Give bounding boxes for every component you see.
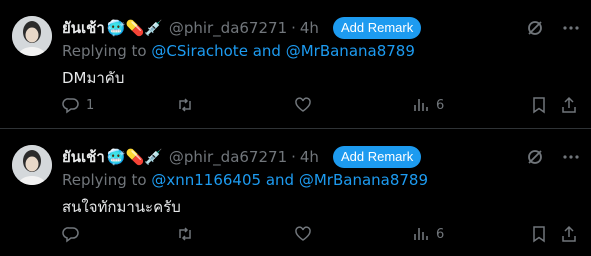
timestamp[interactable]: 4h	[300, 148, 319, 166]
user-handle[interactable]: @phir_da67271	[169, 148, 287, 166]
reply-button[interactable]	[62, 225, 86, 243]
retweet-button[interactable]	[176, 225, 200, 243]
more-icon[interactable]	[561, 147, 581, 167]
bookmark-button[interactable]	[530, 225, 548, 243]
views-button[interactable]: 6	[412, 96, 444, 114]
reply-icon	[62, 225, 80, 243]
tweet-text: สนใจทักมานะครับ	[62, 198, 181, 216]
and-text: and	[265, 171, 295, 189]
tweet-actions: 1 6	[62, 96, 581, 120]
mention-link[interactable]: @xnn1166405	[151, 171, 261, 189]
share-icon	[560, 96, 578, 114]
tweet-header: ยันเช้า 🥶💊💉 @phir_da67271 · 4h Add Remar…	[62, 145, 422, 169]
grok-icon[interactable]	[525, 147, 545, 167]
tweet-actions: 6	[62, 225, 581, 249]
separator-dot: ·	[291, 148, 296, 166]
replying-to: Replying to @xnn1166405 and @MrBanana878…	[62, 171, 428, 189]
tweet-top-actions	[525, 18, 581, 38]
mention-link[interactable]: @MrBanana8789	[286, 42, 415, 60]
views-button[interactable]: 6	[412, 225, 444, 243]
display-name[interactable]: ยันเช้า	[62, 145, 105, 169]
replying-prefix: Replying to	[62, 171, 147, 189]
reply-count: 1	[86, 97, 95, 113]
add-remark-button[interactable]: Add Remark	[332, 146, 422, 168]
separator-dot: ·	[291, 19, 296, 37]
timestamp[interactable]: 4h	[300, 19, 319, 37]
mention-link[interactable]: @MrBanana8789	[299, 171, 428, 189]
avatar[interactable]	[12, 16, 52, 56]
views-icon	[412, 225, 430, 243]
like-icon	[294, 225, 312, 243]
like-icon	[294, 96, 312, 114]
more-icon[interactable]	[561, 18, 581, 38]
share-icon	[560, 225, 578, 243]
replying-to: Replying to @CSirachote and @MrBanana878…	[62, 42, 415, 60]
name-emoji: 🥶💊💉	[106, 148, 163, 166]
bookmark-icon	[530, 225, 548, 243]
bookmark-button[interactable]	[530, 96, 548, 114]
bookmark-icon	[530, 96, 548, 114]
like-button[interactable]	[294, 225, 318, 243]
replying-prefix: Replying to	[62, 42, 147, 60]
mention-link[interactable]: @CSirachote	[151, 42, 248, 60]
views-count: 6	[436, 226, 445, 242]
views-count: 6	[436, 97, 445, 113]
add-remark-button[interactable]: Add Remark	[332, 17, 422, 39]
avatar[interactable]	[12, 145, 52, 185]
grok-icon[interactable]	[525, 18, 545, 38]
tweet-top-actions	[525, 147, 581, 167]
display-name[interactable]: ยันเช้า	[62, 16, 105, 40]
name-emoji: 🥶💊💉	[106, 19, 163, 37]
reply-button[interactable]: 1	[62, 96, 94, 114]
user-handle[interactable]: @phir_da67271	[169, 19, 287, 37]
and-text: and	[252, 42, 281, 60]
reply-icon	[62, 96, 80, 114]
views-icon	[412, 96, 430, 114]
share-button[interactable]	[560, 96, 578, 114]
tweet-text: DMมาคับ	[62, 69, 125, 87]
like-button[interactable]	[294, 96, 318, 114]
tweet[interactable]: ยันเช้า 🥶💊💉 @phir_da67271 · 4h Add Remar…	[0, 128, 591, 256]
tweet-header: ยันเช้า 🥶💊💉 @phir_da67271 · 4h Add Remar…	[62, 16, 422, 40]
retweet-icon	[176, 225, 194, 243]
retweet-button[interactable]	[176, 96, 200, 114]
share-button[interactable]	[560, 225, 578, 243]
tweet[interactable]: ยันเช้า 🥶💊💉 @phir_da67271 · 4h Add Remar…	[0, 0, 591, 128]
retweet-icon	[176, 96, 194, 114]
